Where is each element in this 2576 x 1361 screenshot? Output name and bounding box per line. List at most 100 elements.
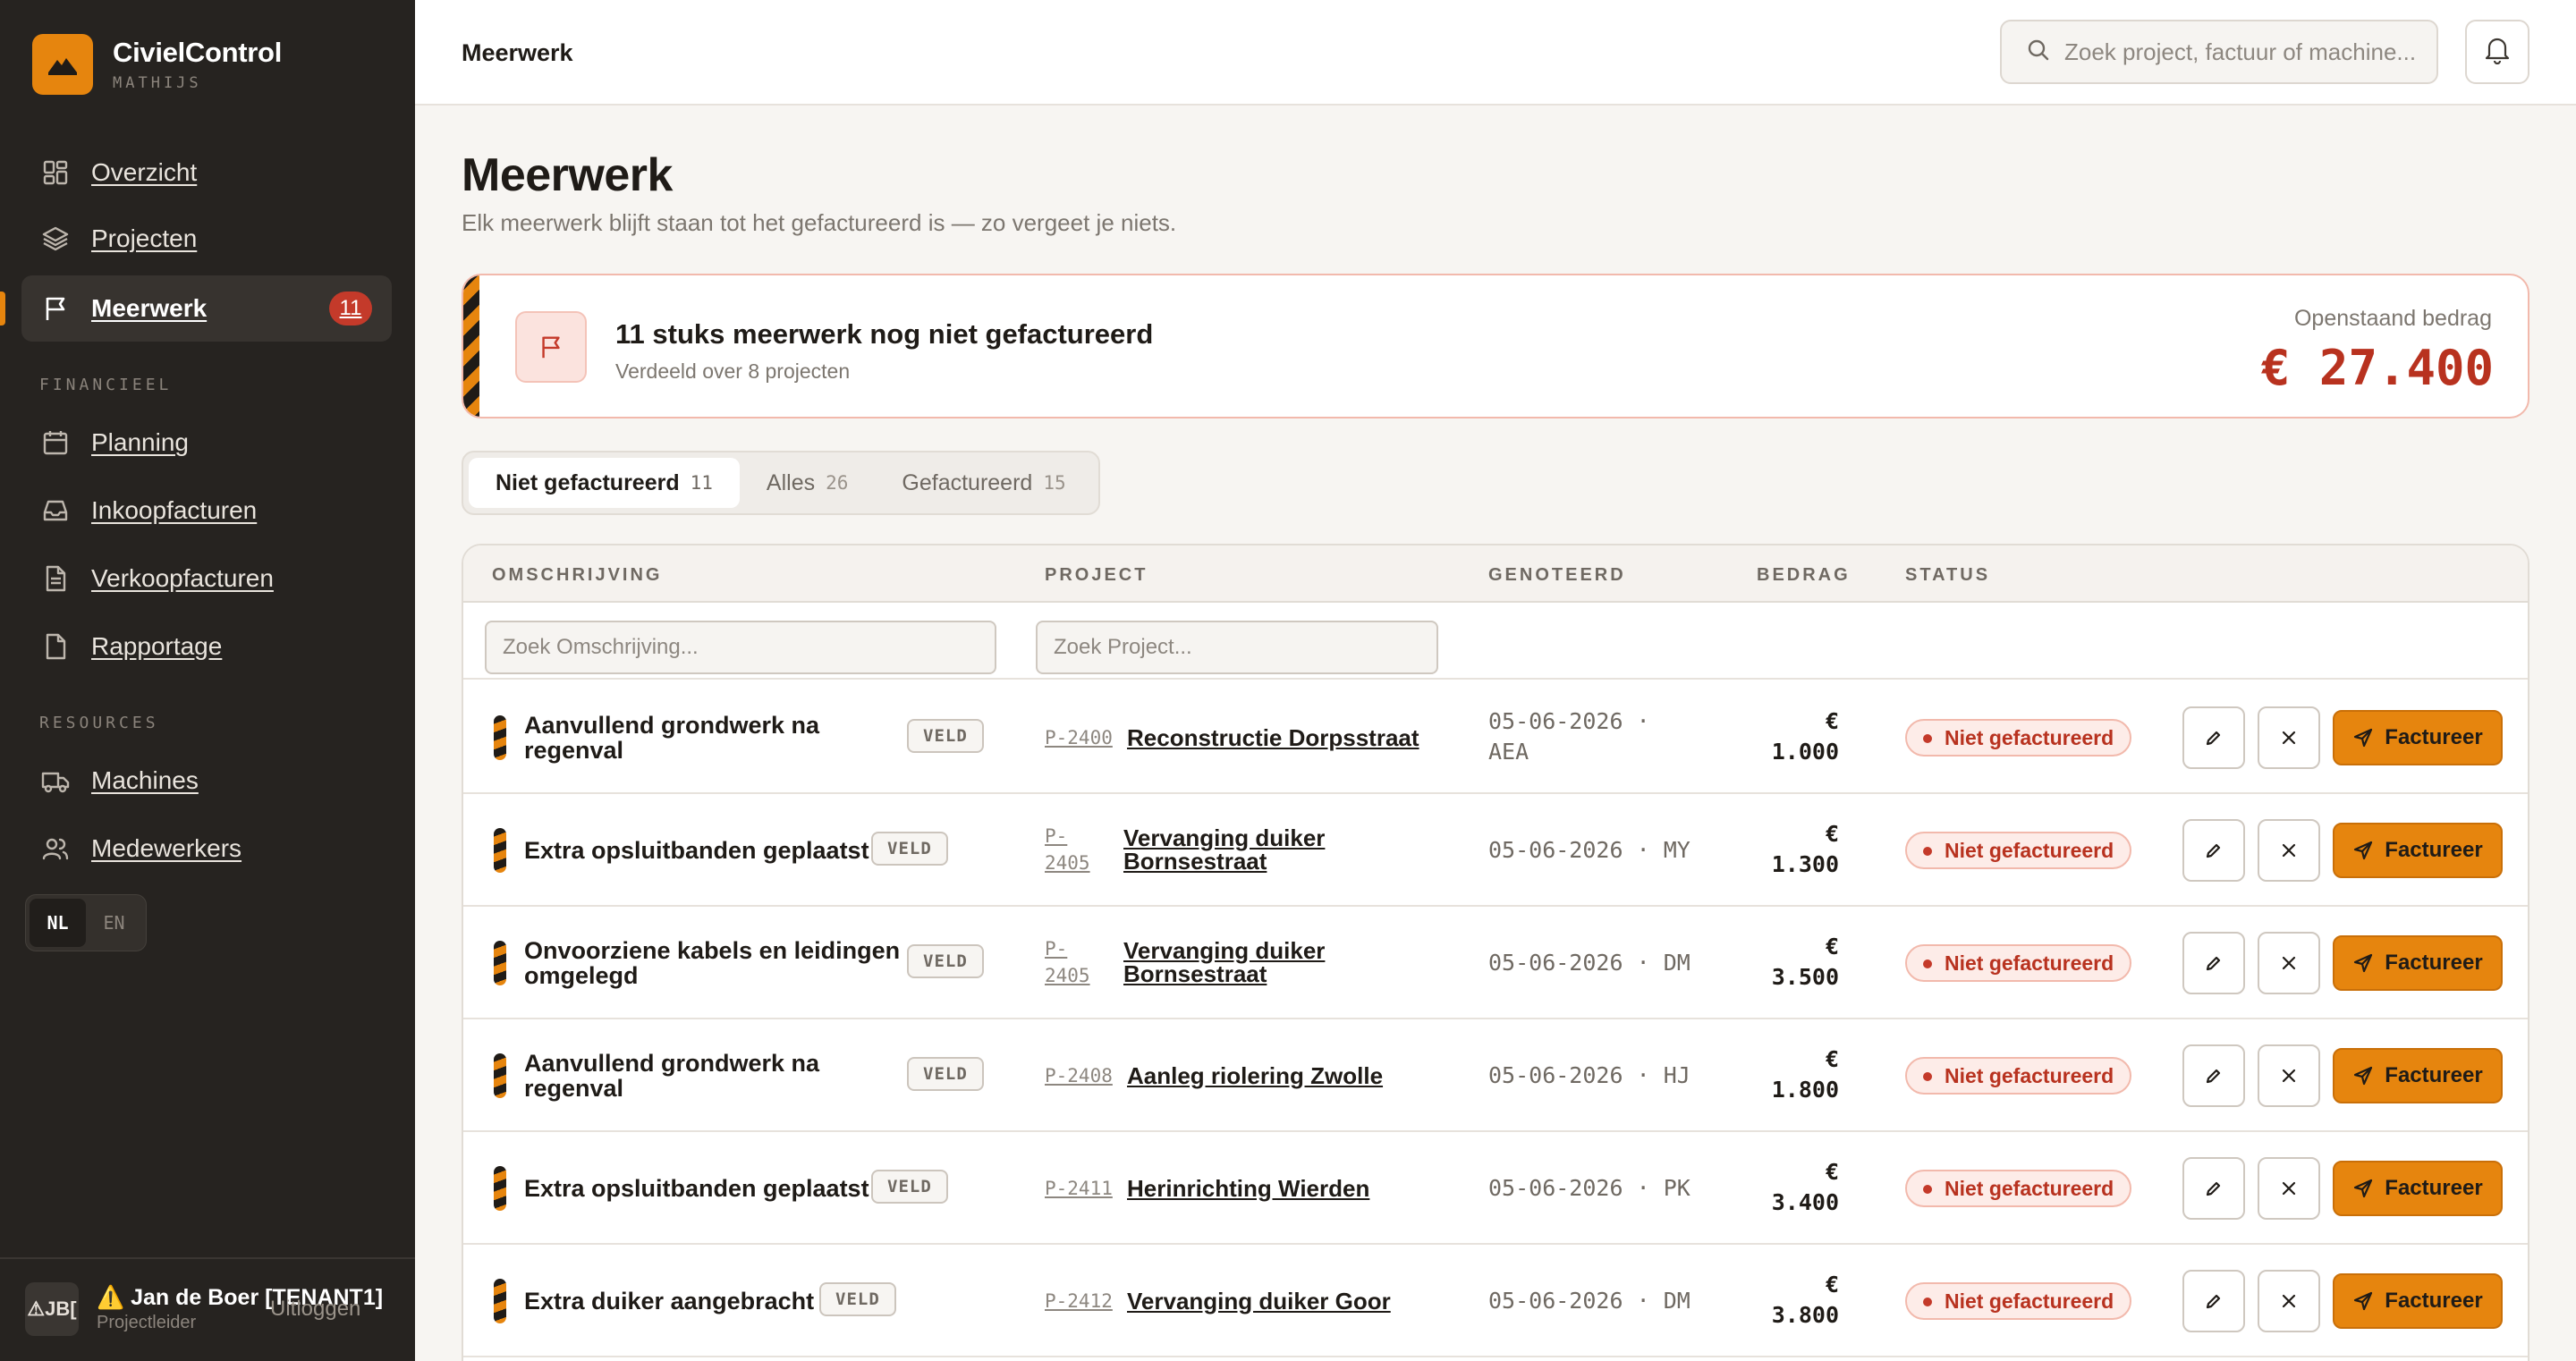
- noted-info: 05-06-2026 · MY: [1488, 835, 1690, 866]
- dismiss-button[interactable]: [2258, 706, 2320, 769]
- row-amount: €1.000: [1772, 706, 1839, 767]
- sidebar-item-overzicht[interactable]: Overzicht: [21, 139, 392, 206]
- project-code: P-2412: [1045, 1290, 1113, 1312]
- close-icon: [2282, 731, 2296, 745]
- sidebar-item-inkoopfacturen[interactable]: Inkoopfacturen: [21, 478, 392, 544]
- notifications-button[interactable]: [2465, 20, 2529, 84]
- send-icon: [2354, 1066, 2373, 1086]
- tab-count: 26: [826, 472, 849, 494]
- sidebar-item-verkoopfacturen[interactable]: Verkoopfacturen: [21, 545, 392, 612]
- dismiss-button[interactable]: [2258, 819, 2320, 882]
- project-name-link[interactable]: Reconstructie Dorpsstraat: [1127, 726, 1419, 749]
- summary-title: 11 stuks meerwerk nog niet gefactureerd: [615, 318, 1154, 350]
- description-line: Extra opsluitbanden geplaatst: [524, 837, 869, 864]
- factureer-button[interactable]: Factureer: [2333, 1048, 2503, 1103]
- edit-button[interactable]: [2182, 1270, 2245, 1332]
- lang-nl-button[interactable]: NL: [30, 899, 86, 947]
- project-name-link[interactable]: Vervanging duiker Bornsestraat: [1123, 826, 1325, 873]
- row-description: Aanvullend grondwerk na regenval: [524, 1019, 819, 1132]
- factureer-button[interactable]: Factureer: [2333, 710, 2503, 765]
- project-code-link[interactable]: P-2408: [1045, 1062, 1113, 1089]
- project-code-link[interactable]: P- 2405: [1045, 823, 1090, 876]
- hazard-stripe: [463, 275, 479, 417]
- inbox-icon: [39, 495, 72, 527]
- edit-button[interactable]: [2182, 932, 2245, 994]
- project-name-link[interactable]: Aanleg riolering Zwolle: [1127, 1064, 1383, 1087]
- status-badge: Niet gefactureerd: [1905, 944, 2132, 982]
- table-row[interactable]: Extra duiker aangebracht VELD P-2412 Vervan…: [463, 1245, 2528, 1357]
- lang-en-button[interactable]: EN: [86, 899, 142, 947]
- noted-info: 05-06-2026 · HJ: [1488, 1061, 1690, 1091]
- pencil-icon: [2206, 1181, 2221, 1196]
- source-tag: VELD: [907, 944, 984, 978]
- noted-initials: DM: [1663, 1288, 1690, 1314]
- dismiss-button[interactable]: [2258, 1157, 2320, 1220]
- project-name: Reconstructie Dorpsstraat: [1127, 724, 1419, 751]
- tab-niet-gefactureerd[interactable]: Niet gefactureerd 11: [469, 458, 740, 508]
- sidebar-item-projecten[interactable]: Projecten: [21, 206, 392, 272]
- project-code-link[interactable]: P-2400: [1045, 724, 1113, 751]
- column-header-genoteerd[interactable]: GENOTEERD: [1488, 565, 1626, 586]
- noted-date: 05-06-2026 ·: [1488, 1288, 1650, 1314]
- table-header: OMSCHRIJVING PROJECT GENOTEERD BEDRAG ST…: [463, 545, 2528, 603]
- tab-alles[interactable]: Alles 26: [740, 458, 875, 508]
- edit-button[interactable]: [2182, 1044, 2245, 1107]
- sidebar-item-planning[interactable]: Planning: [21, 410, 392, 476]
- row-description: Extra opsluitbanden geplaatst: [524, 794, 869, 907]
- logout-button[interactable]: Uitloggen: [270, 1297, 360, 1322]
- table-row[interactable]: Extra opsluitbanden geplaatst VELD P-2411 H…: [463, 1132, 2528, 1245]
- search-input[interactable]: [2064, 38, 2422, 66]
- filter-row: [463, 603, 2528, 680]
- table-row[interactable]: Aanvullend grondwerk na regenval VELD P-240…: [463, 1019, 2528, 1132]
- filter-omschrijving-input[interactable]: [485, 621, 996, 674]
- topbar: Meerwerk: [415, 0, 2576, 106]
- dismiss-button[interactable]: [2258, 932, 2320, 994]
- sidebar-item-medewerkers[interactable]: Medewerkers: [21, 816, 392, 882]
- filter-project-input[interactable]: [1036, 621, 1438, 674]
- project-code-link[interactable]: P-2411: [1045, 1175, 1113, 1202]
- page-title: Meerwerk: [462, 149, 673, 201]
- edit-button[interactable]: [2182, 706, 2245, 769]
- row-description: Extra opsluitbanden geplaatst: [524, 1132, 869, 1245]
- dismiss-button[interactable]: [2258, 1270, 2320, 1332]
- project-name-link[interactable]: Vervanging duiker Bornsestraat: [1123, 939, 1325, 985]
- sidebar-item-label: Verkoopfacturen: [91, 564, 274, 592]
- project-name-link[interactable]: Herinrichting Wierden: [1127, 1177, 1369, 1200]
- factureer-button[interactable]: Factureer: [2333, 1161, 2503, 1216]
- sidebar-item-machines[interactable]: Machines: [21, 748, 392, 814]
- project-code-link[interactable]: P- 2405: [1045, 935, 1090, 989]
- table-row[interactable]: Aanvullend grondwerk na regenval VELD P-240…: [463, 681, 2528, 794]
- source-tag: VELD: [871, 1170, 948, 1204]
- edit-button[interactable]: [2182, 819, 2245, 882]
- project-name-link[interactable]: Vervanging duiker Goor: [1127, 1289, 1391, 1313]
- factureer-button[interactable]: Factureer: [2333, 823, 2503, 878]
- description-line: Extra duiker aangebracht: [524, 1288, 815, 1315]
- dismiss-button[interactable]: [2258, 1044, 2320, 1107]
- factureer-button[interactable]: Factureer: [2333, 935, 2503, 991]
- sidebar-item-rapportage[interactable]: Rapportage: [21, 613, 392, 680]
- row-amount: €3.400: [1772, 1157, 1839, 1218]
- global-search[interactable]: [2000, 20, 2438, 84]
- send-icon: [2354, 841, 2373, 860]
- factureer-button[interactable]: Factureer: [2333, 1273, 2503, 1329]
- description-line: Extra opsluitbanden geplaatst: [524, 1175, 869, 1202]
- brand[interactable]: CivielControl MATHIJS: [32, 34, 282, 95]
- meerwerk-table: OMSCHRIJVING PROJECT GENOTEERD BEDRAG ST…: [462, 544, 2529, 1361]
- edit-button[interactable]: [2182, 1157, 2245, 1220]
- amount-value: 1.300: [1771, 851, 1839, 877]
- hazard-marker: [494, 941, 506, 985]
- pencil-icon: [2206, 731, 2221, 746]
- project-code-link[interactable]: P-2412: [1045, 1288, 1113, 1315]
- row-amount: €1.800: [1772, 1044, 1839, 1105]
- tab-gefactureerd[interactable]: Gefactureerd 15: [875, 458, 1092, 508]
- noted-date: 05-06-2026 ·: [1488, 837, 1650, 863]
- sidebar: CivielControl MATHIJS Overzicht Projecte…: [0, 0, 415, 1361]
- column-header-status[interactable]: STATUS: [1905, 565, 1990, 586]
- hazard-marker: [494, 715, 506, 760]
- column-header-bedrag[interactable]: BEDRAG: [1757, 565, 1851, 586]
- table-row[interactable]: Onvoorziene kabels en leidingen omgelegd V…: [463, 907, 2528, 1019]
- sidebar-item-meerwerk[interactable]: Meerwerk 11: [21, 275, 392, 342]
- column-header-omschrijving[interactable]: OMSCHRIJVING: [492, 565, 662, 586]
- column-header-project[interactable]: PROJECT: [1045, 565, 1148, 586]
- table-row[interactable]: Extra opsluitbanden geplaatst VELD P- 2405 V…: [463, 794, 2528, 907]
